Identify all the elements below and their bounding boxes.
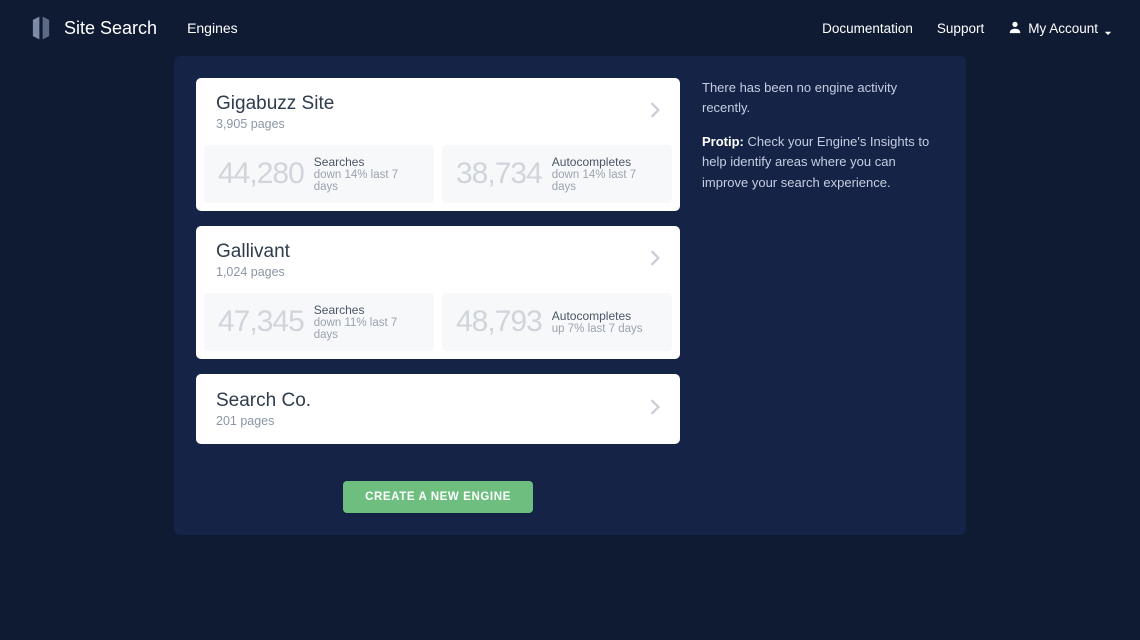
logo-area[interactable]: Site Search: [28, 15, 157, 41]
engine-name: Gallivant: [216, 241, 290, 263]
chevron-right-icon: [650, 250, 660, 271]
stat-label: Searches: [314, 155, 420, 169]
user-icon: [1008, 20, 1022, 37]
protip-text: Protip: Check your Engine's Insights to …: [702, 132, 944, 192]
stat-value: 38,734: [456, 157, 542, 191]
engine-header: Gallivant 1,024 pages: [196, 226, 680, 293]
stat-value: 48,793: [456, 305, 542, 339]
site-title: Site Search: [64, 18, 157, 39]
stat-label: Autocompletes: [552, 155, 658, 169]
logo-icon: [28, 15, 54, 41]
engine-header: Search Co. 201 pages: [196, 374, 680, 444]
header-right: Documentation Support My Account: [822, 20, 1112, 37]
my-account-menu[interactable]: My Account: [1008, 20, 1112, 37]
engine-card-searchco[interactable]: Search Co. 201 pages: [196, 374, 680, 444]
nav-engines[interactable]: Engines: [187, 20, 238, 36]
stat-value: 44,280: [218, 157, 304, 191]
engine-pages: 3,905 pages: [216, 117, 334, 131]
autocompletes-stat: 38,734 Autocompletes down 14% last 7 day…: [442, 145, 672, 203]
app-header: Site Search Engines Documentation Suppor…: [0, 0, 1140, 56]
chevron-down-icon: [1104, 24, 1112, 32]
engine-card-gallivant[interactable]: Gallivant 1,024 pages 47,345 Searches do…: [196, 226, 680, 359]
stat-change: up 7% last 7 days: [552, 323, 643, 335]
searches-stat: 44,280 Searches down 14% last 7 days: [204, 145, 434, 203]
chevron-right-icon: [650, 102, 660, 123]
stat-change: down 14% last 7 days: [314, 169, 420, 193]
sidebar: There has been no engine activity recent…: [702, 78, 944, 513]
account-label: My Account: [1028, 21, 1098, 36]
stat-change: down 14% last 7 days: [552, 169, 658, 193]
engine-header: Gigabuzz Site 3,905 pages: [196, 78, 680, 145]
protip-label: Protip:: [702, 134, 744, 149]
stat-label: Autocompletes: [552, 309, 643, 323]
autocompletes-stat: 48,793 Autocompletes up 7% last 7 days: [442, 293, 672, 351]
engine-name: Search Co.: [216, 390, 311, 412]
engine-stats: 44,280 Searches down 14% last 7 days 38,…: [196, 145, 680, 211]
engine-pages: 1,024 pages: [216, 265, 290, 279]
chevron-right-icon: [650, 399, 660, 420]
engine-pages: 201 pages: [216, 414, 311, 428]
header-left: Site Search Engines: [28, 15, 238, 41]
stat-value: 47,345: [218, 305, 304, 339]
stat-label: Searches: [314, 303, 420, 317]
activity-text: There has been no engine activity recent…: [702, 78, 944, 118]
create-engine-button[interactable]: CREATE A NEW ENGINE: [343, 481, 533, 513]
create-button-row: CREATE A NEW ENGINE: [196, 481, 680, 513]
engines-list: Gigabuzz Site 3,905 pages 44,280 Searche…: [196, 78, 680, 513]
engine-name: Gigabuzz Site: [216, 93, 334, 115]
support-link[interactable]: Support: [937, 21, 984, 36]
documentation-link[interactable]: Documentation: [822, 21, 913, 36]
searches-stat: 47,345 Searches down 11% last 7 days: [204, 293, 434, 351]
engine-stats: 47,345 Searches down 11% last 7 days 48,…: [196, 293, 680, 359]
engine-card-gigabuzz[interactable]: Gigabuzz Site 3,905 pages 44,280 Searche…: [196, 78, 680, 211]
main-panel: Gigabuzz Site 3,905 pages 44,280 Searche…: [174, 56, 966, 535]
stat-change: down 11% last 7 days: [314, 317, 420, 341]
